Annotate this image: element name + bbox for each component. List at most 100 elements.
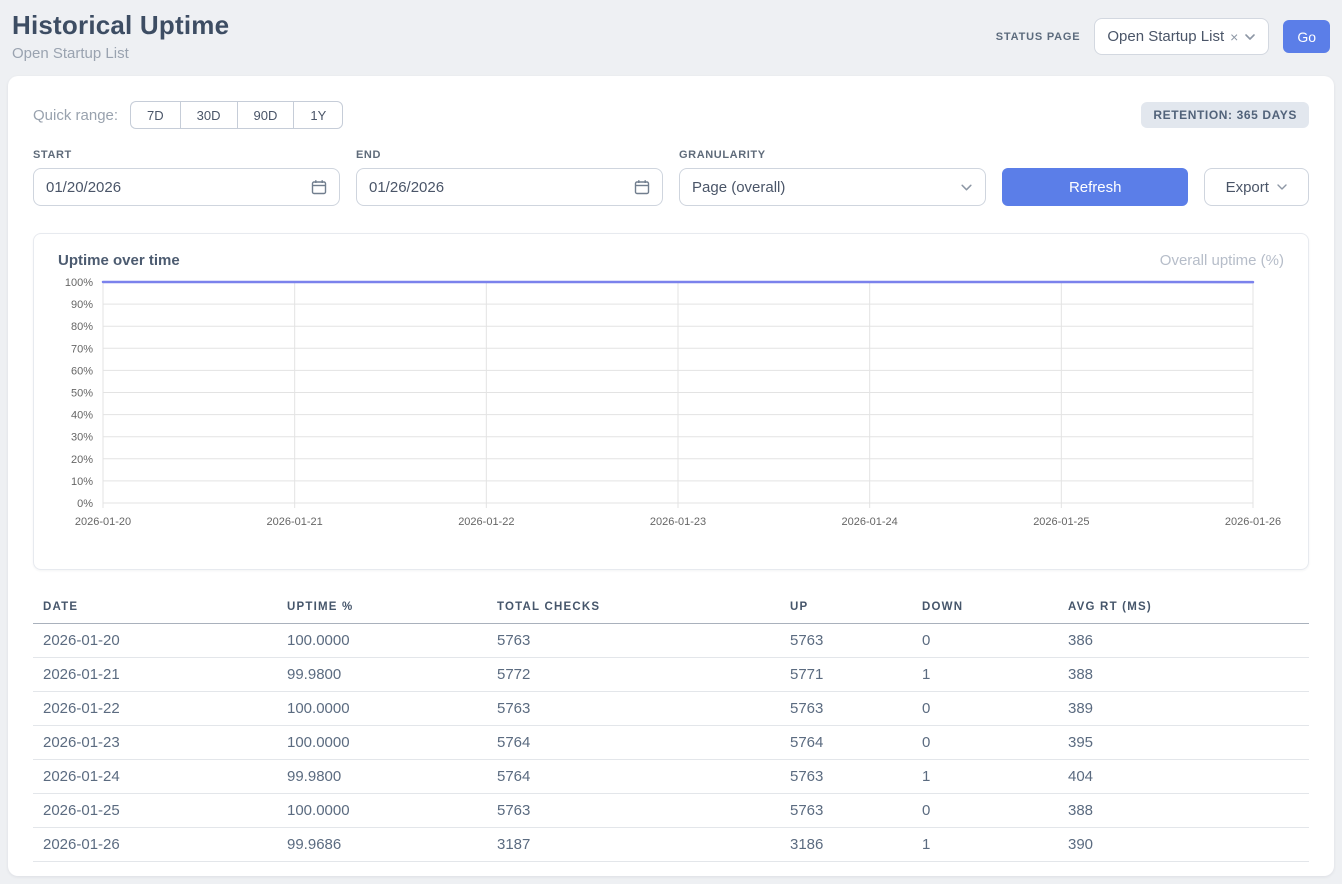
page-subtitle: Open Startup List [12,45,229,62]
table-cell: 5764 [780,726,912,760]
table-cell: 5772 [487,658,780,692]
granularity-select[interactable]: Page (overall) [679,168,986,206]
quick-range-group: 7D30D90D1Y [130,101,343,129]
table-cell: 388 [1058,658,1309,692]
table-cell: 2026-01-21 [33,658,277,692]
table-cell: 5763 [487,624,780,658]
svg-text:30%: 30% [71,432,93,444]
granularity-value: Page (overall) [692,179,785,196]
granularity-field: GRANULARITY Page (overall) [679,149,986,206]
export-label: Export [1226,179,1269,196]
table-row: 2026-01-23100.0000576457640395 [33,726,1309,760]
table-cell: 99.9686 [277,828,487,862]
table-row: 2026-01-2699.9686318731861390 [33,828,1309,862]
table-cell: 100.0000 [277,794,487,828]
column-header: DATE [33,593,277,624]
table-cell: 3187 [487,828,780,862]
table-cell: 386 [1058,624,1309,658]
export-button[interactable]: Export [1204,168,1309,206]
column-header: AVG RT (MS) [1058,593,1309,624]
table-cell: 5763 [780,760,912,794]
table-cell: 99.9800 [277,658,487,692]
start-field: START 01/20/2026 [33,149,340,206]
table-cell: 2026-01-25 [33,794,277,828]
table-cell: 0 [912,624,1058,658]
table-row: 2026-01-20100.0000576357630386 [33,624,1309,658]
chart-header: Uptime over time Overall uptime (%) [58,252,1284,269]
svg-text:2026-01-25: 2026-01-25 [1033,516,1089,528]
table-cell: 5763 [487,794,780,828]
table-cell: 2026-01-26 [33,828,277,862]
chevron-down-icon [960,181,973,194]
uptime-chart-card: Uptime over time Overall uptime (%) 0% 10… [33,233,1309,570]
column-header: DOWN [912,593,1058,624]
table-cell: 5763 [780,624,912,658]
table-cell: 0 [912,726,1058,760]
end-label: END [356,149,663,161]
status-page-select[interactable]: Open Startup List × [1094,18,1269,55]
svg-text:50%: 50% [71,388,93,400]
header-right: STATUS PAGE Open Startup List × Go [996,10,1330,55]
table-cell: 2026-01-22 [33,692,277,726]
table-cell: 5763 [487,692,780,726]
start-date-value: 01/20/2026 [46,179,121,196]
table-row: 2026-01-22100.0000576357630389 [33,692,1309,726]
calendar-icon[interactable] [311,179,327,195]
table-cell: 1 [912,760,1058,794]
table-row: 2026-01-2499.9800576457631404 [33,760,1309,794]
svg-text:100%: 100% [65,277,93,289]
svg-text:2026-01-26: 2026-01-26 [1225,516,1281,528]
column-header: UPTIME % [277,593,487,624]
table-cell: 5764 [487,760,780,794]
table-cell: 1 [912,658,1058,692]
start-date-input[interactable]: 01/20/2026 [33,168,340,206]
end-field: END 01/26/2026 [356,149,663,206]
status-page-label: STATUS PAGE [996,31,1081,43]
quick-range-row: Quick range: 7D30D90D1Y RETENTION: 365 D… [33,101,1309,129]
svg-text:2026-01-23: 2026-01-23 [650,516,706,528]
retention-badge: RETENTION: 365 DAYS [1141,102,1309,128]
column-header: UP [780,593,912,624]
table-cell: 100.0000 [277,692,487,726]
svg-text:10%: 10% [71,476,93,488]
chart-title: Uptime over time [58,252,180,269]
svg-text:40%: 40% [71,410,93,422]
chevron-down-icon [1244,31,1256,43]
refresh-button[interactable]: Refresh [1002,168,1188,206]
quick-range-30d[interactable]: 30D [180,101,237,129]
end-date-value: 01/26/2026 [369,179,444,196]
svg-text:0%: 0% [77,498,93,510]
quick-range-90d[interactable]: 90D [237,101,294,129]
table-cell: 390 [1058,828,1309,862]
granularity-label: GRANULARITY [679,149,986,161]
svg-text:90%: 90% [71,299,93,311]
table-cell: 99.9800 [277,760,487,794]
table-cell: 2026-01-20 [33,624,277,658]
status-page-select-value: Open Startup List [1107,28,1224,45]
start-label: START [33,149,340,161]
go-button[interactable]: Go [1283,20,1330,53]
svg-text:80%: 80% [71,321,93,333]
end-date-input[interactable]: 01/26/2026 [356,168,663,206]
uptime-line-chart: 0%10%20%30%40%50%60%70%80%90%100%2026-01… [58,275,1284,538]
svg-text:2026-01-22: 2026-01-22 [458,516,514,528]
table-cell: 404 [1058,760,1309,794]
quick-range-7d[interactable]: 7D [130,101,180,129]
clear-selection-icon[interactable]: × [1230,30,1238,44]
svg-text:70%: 70% [71,343,93,355]
calendar-icon[interactable] [634,179,650,195]
table-row: 2026-01-2199.9800577257711388 [33,658,1309,692]
main-card: Quick range: 7D30D90D1Y RETENTION: 365 D… [8,76,1334,876]
table-cell: 5763 [780,692,912,726]
svg-text:2026-01-21: 2026-01-21 [267,516,323,528]
table-cell: 388 [1058,794,1309,828]
chart-svg: 0%10%20%30%40%50%60%70%80%90%100%2026-01… [58,275,1286,533]
table-cell: 5764 [487,726,780,760]
table-cell: 5763 [780,794,912,828]
svg-text:2026-01-20: 2026-01-20 [75,516,131,528]
table-cell: 1 [912,828,1058,862]
table-cell: 100.0000 [277,726,487,760]
quick-range-1y[interactable]: 1Y [293,101,343,129]
table-cell: 0 [912,794,1058,828]
table-row: 2026-01-25100.0000576357630388 [33,794,1309,828]
